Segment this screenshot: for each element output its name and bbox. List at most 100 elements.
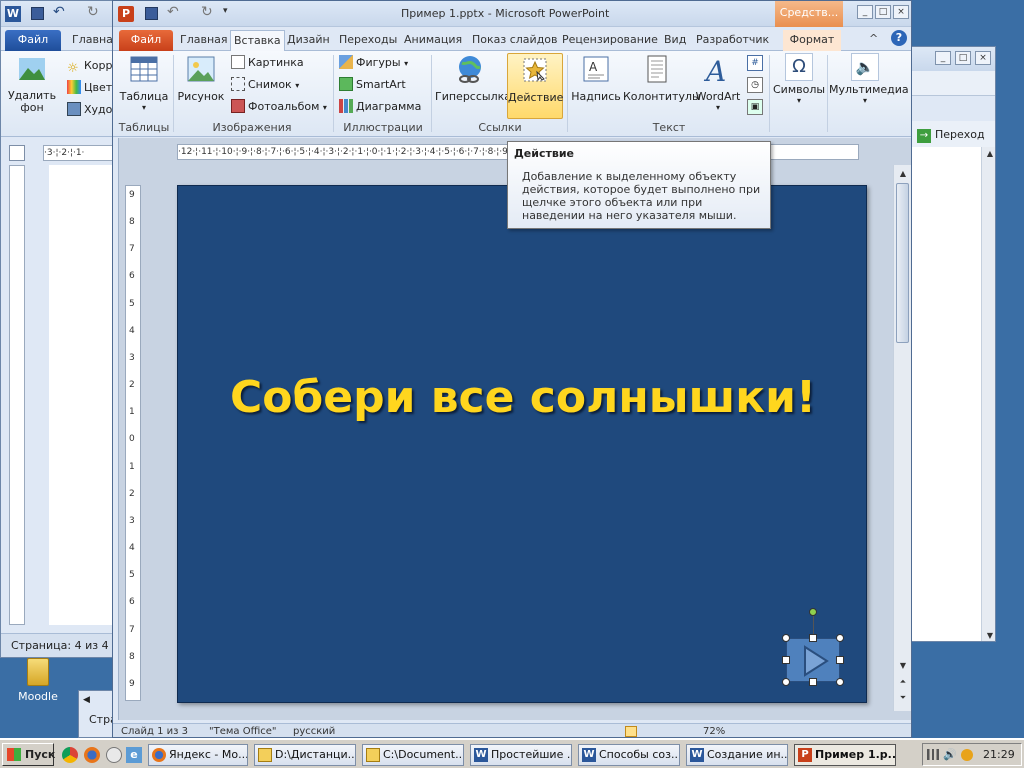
resize-handle-br[interactable]: [836, 678, 844, 686]
textbox-button[interactable]: A Надпись: [571, 53, 621, 103]
resize-handle-r[interactable]: [836, 656, 844, 664]
firefox-icon: [152, 748, 166, 762]
tab-home[interactable]: Главная: [177, 30, 231, 51]
chart-button[interactable]: Диаграмма: [339, 98, 421, 116]
scroll-thumb[interactable]: [896, 183, 909, 343]
resize-handle-l[interactable]: [782, 656, 790, 664]
redo-icon[interactable]: ↻: [87, 4, 99, 20]
artistic-button[interactable]: Худо: [67, 101, 112, 119]
prev-slide-icon[interactable]: ⏶: [896, 675, 910, 689]
taskbar-button-powerpoint[interactable]: P Пример 1.p...: [794, 744, 896, 766]
corrections-button[interactable]: ☼ Корр: [67, 57, 113, 76]
word-tabs: Файл Главная: [1, 27, 115, 51]
vertical-ruler-tick: 7: [129, 244, 135, 255]
screenshot-button[interactable]: Снимок ▾: [231, 76, 299, 94]
tab-developer[interactable]: Разработчик: [693, 30, 772, 51]
ppt-undo-icon[interactable]: ↶: [167, 4, 179, 20]
wordart-button[interactable]: A WordArt ▾: [693, 53, 743, 112]
scroll-down-icon[interactable]: ▼: [983, 629, 995, 641]
picture-button[interactable]: Рисунок: [177, 53, 225, 103]
network-icon[interactable]: [927, 749, 939, 760]
ppt-close-button[interactable]: ×: [893, 5, 909, 19]
scroll-down-icon[interactable]: ▼: [896, 659, 910, 673]
tab-animation[interactable]: Анимация: [401, 30, 465, 51]
save-icon[interactable]: [31, 7, 44, 20]
multimedia-button[interactable]: 🔈 Мультимедиа ▾: [829, 53, 909, 105]
clipart-button[interactable]: Картинка: [231, 54, 304, 72]
table-button[interactable]: Таблица ▾: [119, 53, 169, 112]
word-icon: W: [582, 748, 596, 762]
header-footer-label: Колонтитулы: [623, 90, 701, 103]
slide-title[interactable]: Собери все солнышки!: [178, 372, 868, 423]
word-tab-home[interactable]: Главная: [69, 30, 115, 51]
minimize-ribbon-icon[interactable]: ^: [869, 32, 878, 45]
normal-view-icon[interactable]: [625, 726, 637, 737]
tab-design[interactable]: Дизайн: [284, 30, 333, 51]
resize-handle-bl[interactable]: [782, 678, 790, 686]
rotation-handle[interactable]: [809, 608, 817, 616]
show-desktop-icon[interactable]: [106, 747, 122, 763]
help-icon[interactable]: ?: [891, 30, 907, 46]
symbols-button[interactable]: Ω Символы ▾: [773, 53, 825, 105]
hyperlink-button[interactable]: Гиперссылка: [435, 53, 511, 103]
start-button[interactable]: Пуск: [2, 743, 55, 766]
taskbar-button-yandex[interactable]: Яндекс - Мо...: [148, 744, 248, 766]
slide-canvas[interactable]: Собери все солнышки!: [177, 185, 867, 703]
color-button[interactable]: Цвет: [67, 79, 112, 97]
action-button[interactable]: Действие: [507, 53, 563, 119]
moodle-desktop-icon[interactable]: Moodle: [16, 658, 60, 703]
ppt-save-icon[interactable]: [145, 7, 158, 20]
volume-icon[interactable]: 🔊: [943, 748, 957, 761]
undo-icon[interactable]: ↶: [53, 4, 65, 20]
powerpoint-window: P ↶ ↻ ▾ Пример 1.pptx - Microsoft PowerP…: [112, 0, 912, 738]
tab-format[interactable]: Формат: [783, 30, 841, 51]
goto-arrow-icon: →: [917, 129, 931, 143]
shapes-button[interactable]: Фигуры ▾: [339, 54, 408, 72]
resize-handle-b[interactable]: [809, 678, 817, 686]
minimize-button[interactable]: _: [935, 51, 951, 65]
resize-handle-tr[interactable]: [836, 634, 844, 642]
scroll-left-icon[interactable]: ◀: [83, 695, 90, 705]
taskbar-button-word-2[interactable]: W Способы соз...: [578, 744, 680, 766]
tab-view[interactable]: Вид: [661, 30, 689, 51]
right-scrollbar[interactable]: ▲ ▼: [981, 147, 995, 641]
object-icon[interactable]: ▣: [747, 99, 763, 115]
tab-insert[interactable]: Вставка: [230, 30, 285, 51]
tab-file[interactable]: Файл: [119, 30, 173, 51]
taskbar-button-folder-c[interactable]: C:\Document...: [362, 744, 464, 766]
datetime-icon[interactable]: ◷: [747, 77, 763, 93]
chrome-quicklaunch-icon[interactable]: [62, 747, 78, 763]
header-footer-button[interactable]: Колонтитулы: [623, 53, 701, 103]
tab-transitions[interactable]: Переходы: [336, 30, 400, 51]
taskbar-button-word-3[interactable]: W Создание ин...: [686, 744, 788, 766]
word-ruler-v: [9, 165, 25, 625]
ppt-maximize-button[interactable]: □: [875, 5, 891, 19]
maximize-button[interactable]: □: [955, 51, 971, 65]
ie-quicklaunch-icon[interactable]: e: [126, 747, 142, 763]
firefox-quicklaunch-icon[interactable]: [84, 747, 100, 763]
ppt-minimize-button[interactable]: _: [857, 5, 873, 19]
scroll-up-icon[interactable]: ▲: [896, 167, 910, 181]
scroll-up-icon[interactable]: ▲: [983, 147, 995, 161]
photo-album-button[interactable]: Фотоальбом ▾: [231, 98, 327, 116]
word-app-icon: W: [5, 6, 21, 22]
tab-review[interactable]: Рецензирование: [559, 30, 661, 51]
next-slide-icon[interactable]: ⏷: [896, 691, 910, 705]
resize-handle-tl[interactable]: [782, 634, 790, 642]
ppt-redo-icon[interactable]: ↻: [201, 4, 213, 20]
resize-handle-t[interactable]: [809, 634, 817, 642]
ppt-ribbon: Таблица ▾ Таблицы Рисунок Картинка Снимо…: [113, 51, 911, 137]
antivirus-icon[interactable]: [961, 749, 973, 761]
slide-number-icon[interactable]: #: [747, 55, 763, 71]
qat-dropdown-icon[interactable]: ▾: [223, 6, 228, 16]
tab-slideshow[interactable]: Показ слайдов: [469, 30, 561, 51]
taskbar-button-folder-d[interactable]: D:\Дистанци...: [254, 744, 356, 766]
delete-background-button[interactable]: Удалить фон: [7, 53, 57, 114]
smartart-button[interactable]: SmartArt: [339, 76, 406, 94]
goto-button[interactable]: → Переход: [917, 125, 985, 145]
word-tab-file[interactable]: Файл: [5, 30, 61, 51]
close-button[interactable]: ×: [975, 51, 991, 65]
taskbar-button-word-1[interactable]: W Простейшие ...: [470, 744, 572, 766]
action-button-shape[interactable]: [786, 638, 840, 682]
vertical-scrollbar[interactable]: ▲ ▼ ⏶ ⏷: [893, 165, 911, 711]
